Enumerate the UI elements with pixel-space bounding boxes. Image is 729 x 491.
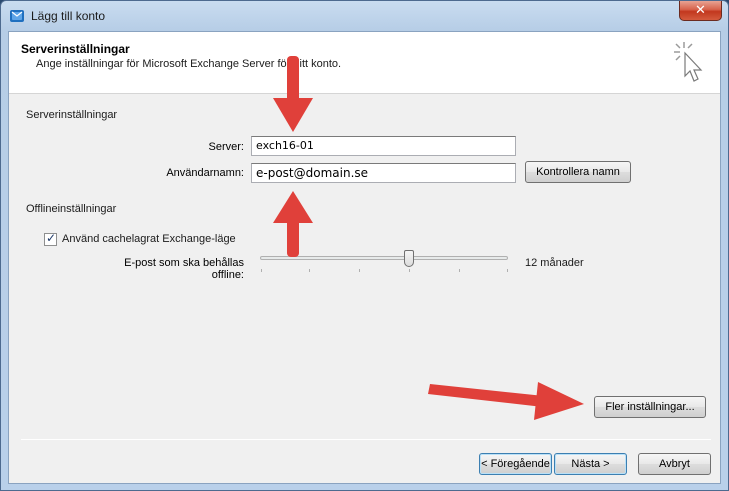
keep-offline-value: 12 månader	[525, 257, 584, 269]
back-button[interactable]: < Föregående	[479, 453, 552, 475]
slider-tick	[261, 269, 262, 272]
arrow-annotation-icon	[428, 382, 584, 420]
arrow-annotation-icon	[273, 56, 313, 132]
page-title: Serverinställningar	[21, 42, 130, 56]
slider-tick	[459, 269, 460, 272]
check-name-button[interactable]: Kontrollera namn	[525, 161, 631, 183]
header-band: Serverinställningar Ange inställningar f…	[9, 32, 720, 94]
cancel-button[interactable]: Avbryt	[638, 453, 711, 475]
next-button[interactable]: Nästa >	[554, 453, 627, 475]
close-icon: ✕	[695, 2, 706, 17]
server-field[interactable]: exch16-01	[251, 136, 516, 156]
server-label: Server:	[208, 141, 244, 153]
keep-offline-label: E-post som ska behållas offline:	[124, 257, 244, 281]
title-bar[interactable]: Lägg till konto ✕	[1, 1, 728, 31]
offline-section-title: Offlineinställningar	[26, 203, 117, 215]
more-settings-button[interactable]: Fler inställningar...	[594, 396, 706, 418]
wizard-cursor-icon	[674, 42, 703, 82]
slider-thumb[interactable]	[403, 250, 414, 267]
slider-tick	[409, 269, 410, 272]
bottom-divider	[21, 439, 711, 440]
wizard-content: Serverinställningar Ange inställningar f…	[8, 31, 721, 484]
username-label: Användarnamn:	[166, 167, 244, 179]
server-section-title: Serverinställningar	[26, 109, 118, 121]
cached-mode-checkbox[interactable]: ✓	[44, 231, 57, 246]
slider-tick	[309, 269, 310, 272]
window-title: Lägg till konto	[31, 9, 106, 23]
checkmark-icon: ✓	[46, 231, 57, 245]
slider-tick	[359, 269, 360, 272]
close-button[interactable]: ✕	[679, 1, 722, 21]
outlook-icon	[10, 10, 24, 22]
slider-tick	[507, 269, 508, 272]
username-field[interactable]: e-post@domain.se	[251, 163, 516, 183]
add-account-window: Lägg till konto ✕ Serverinställningar An…	[0, 0, 729, 491]
arrow-annotation-icon	[273, 191, 313, 257]
cached-mode-label[interactable]: Använd cachelagrat Exchange-läge	[62, 233, 236, 245]
